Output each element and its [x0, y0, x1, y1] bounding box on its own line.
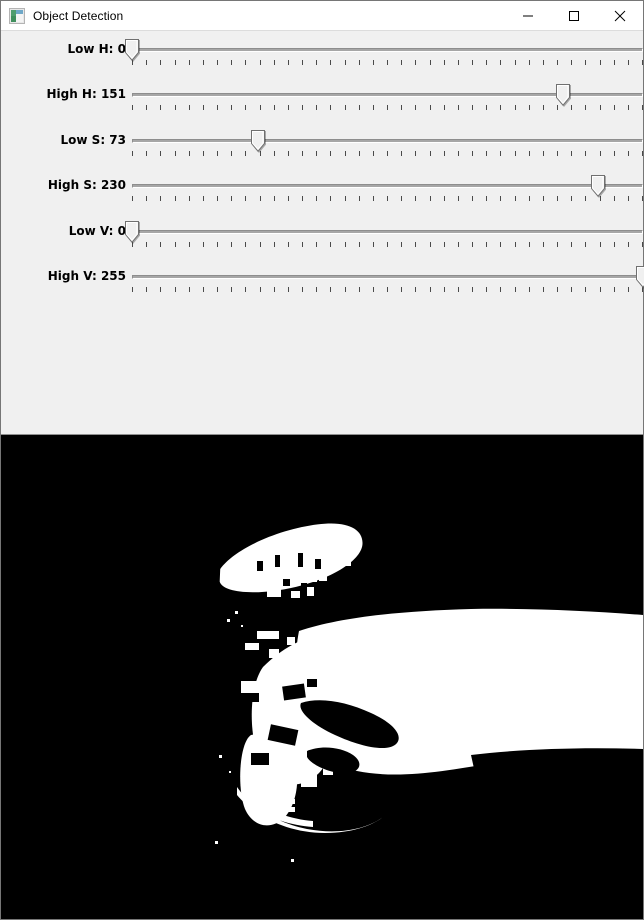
- slider-groove: [132, 275, 643, 279]
- maximize-icon[interactable]: [551, 1, 597, 30]
- slider-thumb-high-s[interactable]: [591, 175, 606, 197]
- slider-thumb-low-v[interactable]: [125, 221, 139, 243]
- app-window: Object Detection Low H: 0 High H: 151 Lo…: [0, 0, 644, 920]
- slider-high-v[interactable]: [132, 264, 644, 300]
- slider-label-low-s: Low S: 73: [60, 133, 126, 147]
- mask-preview: [1, 434, 643, 919]
- slider-row-high-v: High V: 255: [1, 264, 644, 310]
- slider-ticks: [132, 60, 643, 66]
- mask-canvas: [1, 435, 643, 919]
- slider-row-low-h: Low H: 0: [1, 37, 644, 83]
- slider-groove: [132, 230, 643, 234]
- slider-row-high-h: High H: 151: [1, 82, 644, 128]
- slider-groove: [132, 48, 643, 52]
- slider-label-high-h: High H: 151: [46, 87, 126, 101]
- application-image-icon: [9, 7, 25, 24]
- slider-groove: [132, 139, 643, 143]
- slider-thumb-high-h[interactable]: [556, 84, 571, 106]
- slider-ticks: [132, 242, 643, 248]
- close-icon[interactable]: [597, 1, 643, 30]
- slider-thumb-low-s[interactable]: [250, 130, 265, 152]
- slider-ticks: [132, 287, 643, 293]
- slider-thumb-high-v[interactable]: [636, 266, 644, 288]
- slider-ticks: [132, 196, 643, 202]
- slider-label-low-h: Low H: 0: [67, 42, 126, 56]
- slider-label-low-v: Low V: 0: [68, 224, 126, 238]
- slider-high-h[interactable]: [132, 82, 643, 118]
- slider-row-low-v: Low V: 0: [1, 219, 644, 265]
- slider-low-h[interactable]: [125, 37, 643, 73]
- slider-label-high-v: High V: 255: [47, 269, 126, 283]
- slider-groove: [132, 184, 643, 188]
- slider-ticks: [132, 151, 643, 157]
- slider-row-high-s: High S: 230: [1, 173, 644, 219]
- slider-row-low-s: Low S: 73: [1, 128, 644, 174]
- window-title: Object Detection: [33, 8, 124, 23]
- slider-low-s[interactable]: [132, 128, 643, 164]
- slider-thumb-low-h[interactable]: [125, 39, 139, 61]
- minimize-icon[interactable]: [505, 1, 551, 30]
- slider-low-v[interactable]: [125, 219, 643, 255]
- titlebar: Object Detection: [1, 1, 643, 31]
- slider-label-high-s: High S: 230: [47, 178, 126, 192]
- slider-high-s[interactable]: [132, 173, 643, 209]
- hsv-threshold-controls: Low H: 0 High H: 151 Low S: 73 High S: 2…: [1, 31, 644, 434]
